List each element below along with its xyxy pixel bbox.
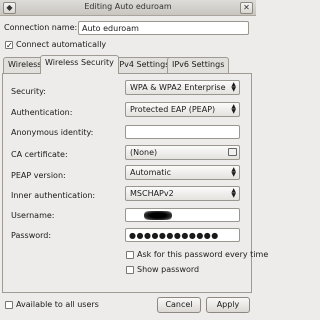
password-label: Password: — [11, 231, 52, 240]
combo-arrows-icon: ▲ ▼ — [231, 103, 236, 115]
authentication-label: Authentication: — [11, 108, 73, 117]
show-password-label: Show password — [137, 265, 200, 274]
security-value: WPA & WPA2 Enterprise — [130, 83, 226, 92]
available-to-all-users-checkbox[interactable] — [5, 301, 13, 309]
connect-automatically-checkbox[interactable]: ✓ — [5, 41, 13, 50]
anonymous-identity-field[interactable] — [125, 125, 240, 139]
window-title: Editing Auto eduroam — [84, 2, 172, 11]
available-to-all-users-label: Available to all users — [16, 300, 99, 309]
connection-name-field[interactable]: Auto eduroam — [78, 21, 249, 35]
ca-certificate-chooser[interactable]: (None) — [125, 145, 240, 160]
username-label: Username: — [11, 211, 55, 220]
username-field[interactable] — [125, 208, 240, 222]
show-password-checkbox[interactable] — [126, 266, 134, 274]
combo-arrows-icon: ▲ ▼ — [231, 187, 236, 199]
apply-button[interactable]: Apply — [206, 297, 250, 313]
tab-wireless-security[interactable]: Wireless Security — [40, 55, 119, 74]
peap-version-label: PEAP version: — [11, 171, 66, 180]
connect-automatically-label: Connect automatically — [16, 40, 107, 49]
title-bar: ◆ Editing Auto eduroam ✕ — [0, 0, 256, 16]
security-combo[interactable]: WPA & WPA2 Enterprise ▲ ▼ — [125, 80, 240, 95]
tab-ipv4-settings[interactable]: IPv4 Settings — [112, 57, 175, 73]
redacted-username — [144, 211, 172, 220]
anonymous-identity-label: Anonymous identity: — [11, 128, 94, 137]
ca-certificate-label: CA certificate: — [11, 150, 68, 159]
password-field[interactable]: ●●●●●●●●●●●● — [125, 228, 240, 242]
ask-password-checkbox[interactable] — [126, 251, 134, 259]
inner-authentication-value: MSCHAPv2 — [130, 189, 174, 198]
close-icon[interactable]: ✕ — [240, 2, 253, 14]
combo-arrows-icon: ▲ ▼ — [231, 166, 236, 178]
ca-certificate-value: (None) — [130, 148, 158, 157]
peap-version-combo[interactable]: Automatic ▲ ▼ — [125, 165, 240, 180]
ask-password-label: Ask for this password every time — [137, 250, 269, 259]
security-label: Security: — [11, 87, 46, 96]
cancel-button[interactable]: Cancel — [157, 297, 201, 313]
connection-name-label: Connection name: — [4, 23, 78, 32]
peap-version-value: Automatic — [130, 168, 172, 177]
tab-ipv6-settings[interactable]: IPv6 Settings — [167, 57, 230, 73]
authentication-combo[interactable]: Protected EAP (PEAP) ▲ ▼ — [125, 102, 240, 117]
folder-icon — [228, 148, 237, 156]
inner-authentication-label: Inner authentication: — [11, 191, 96, 200]
authentication-value: Protected EAP (PEAP) — [130, 105, 216, 114]
combo-arrows-icon: ▲ ▼ — [231, 81, 236, 93]
inner-authentication-combo[interactable]: MSCHAPv2 ▲ ▼ — [125, 186, 240, 201]
